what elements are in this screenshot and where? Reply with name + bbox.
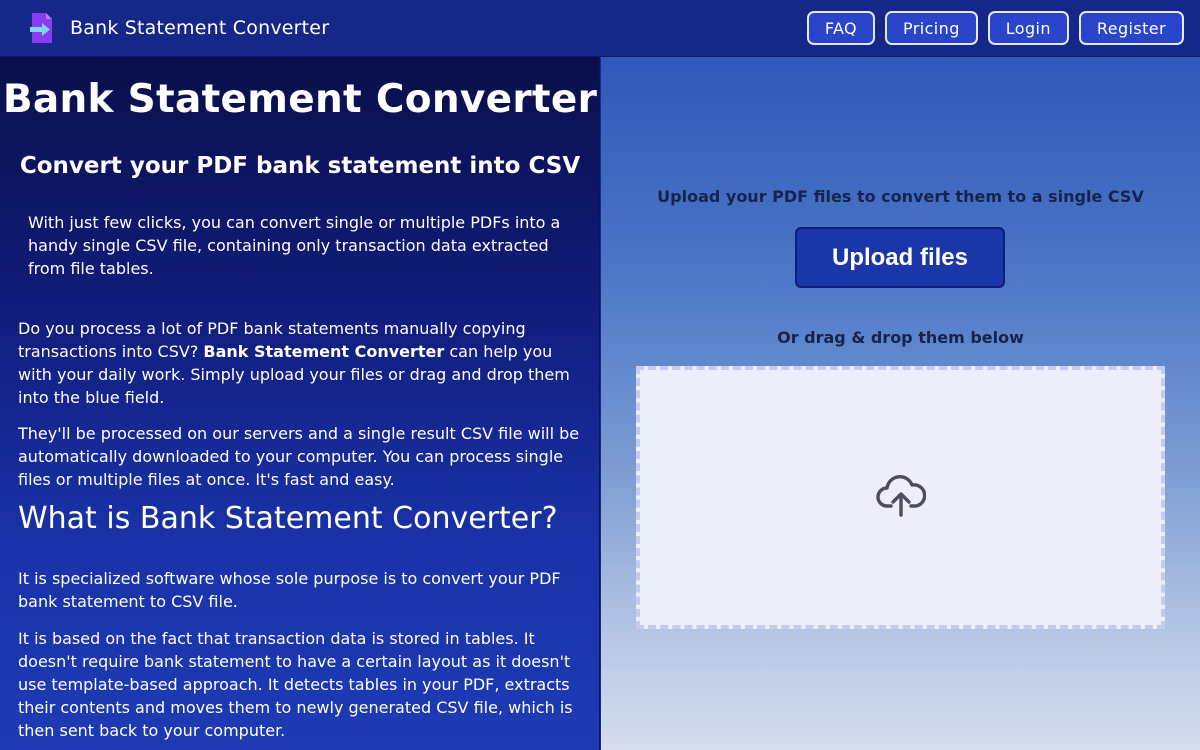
nav-buttons: FAQ Pricing Login Register (806, 11, 1184, 45)
navbar: Bank Statement Converter FAQ Pricing Log… (0, 0, 1200, 57)
paragraph-purpose: It is specialized software whose sole pu… (18, 569, 561, 611)
brand[interactable]: Bank Statement Converter (28, 11, 329, 45)
page-title: Bank Statement Converter (2, 77, 598, 122)
product-name-bold: Bank Statement Converter (203, 342, 445, 361)
brand-name: Bank Statement Converter (70, 17, 330, 39)
faq-button[interactable]: FAQ (806, 11, 876, 45)
upload-files-button[interactable]: Upload files (795, 227, 1005, 288)
page-subtitle: Convert your PDF bank statement into CSV (19, 153, 581, 179)
paragraph-process: Do you process a lot of PDF bank stateme… (18, 317, 588, 409)
login-button[interactable]: Login (987, 11, 1069, 45)
intro-text: With just few clicks, you can convert si… (28, 213, 561, 278)
document-arrow-icon (28, 11, 56, 45)
section-heading: What is Bank Statement Converter? (18, 501, 558, 536)
pricing-button[interactable]: Pricing (885, 11, 978, 45)
upload-hint: Upload your PDF files to convert them to… (657, 187, 1144, 206)
register-button[interactable]: Register (1078, 11, 1184, 45)
info-panel: Bank Statement Converter Convert your PD… (0, 57, 600, 750)
paragraph-servers: They'll be processed on our servers and … (18, 424, 580, 489)
drop-zone[interactable] (636, 366, 1165, 629)
cloud-upload-icon (875, 473, 926, 523)
upload-panel: Upload your PDF files to convert them to… (601, 57, 1200, 750)
drag-drop-hint: Or drag & drop them below (777, 328, 1024, 347)
paragraph-tables: It is based on the fact that transaction… (18, 629, 573, 740)
